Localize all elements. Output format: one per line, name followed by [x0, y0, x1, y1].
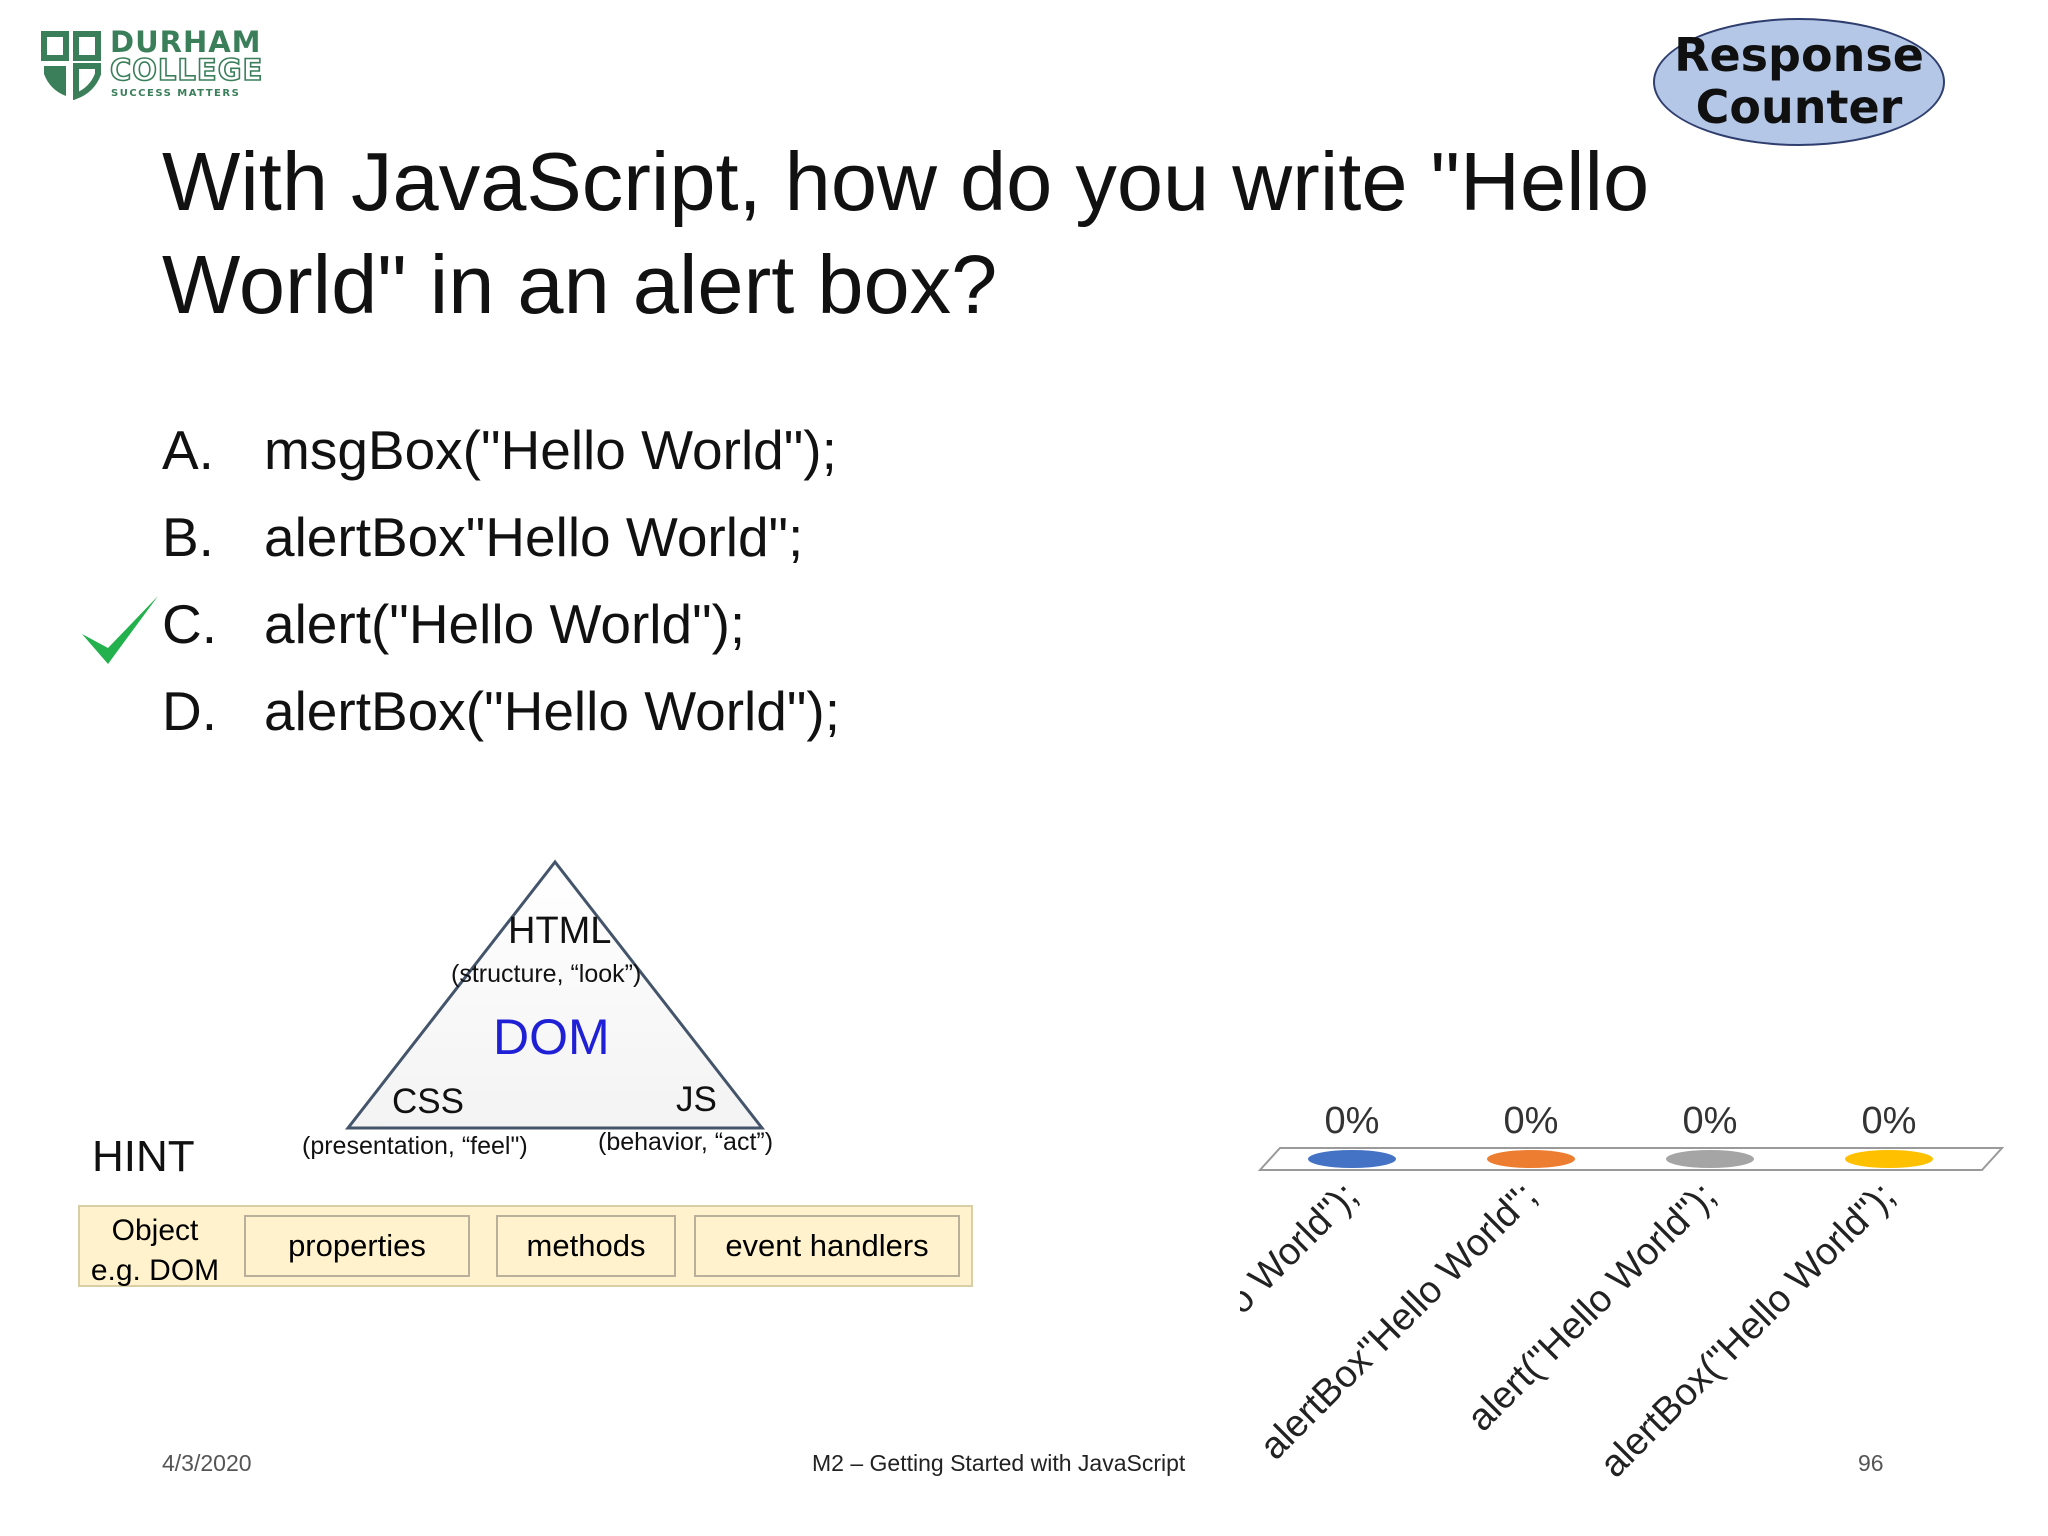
response-counter-line-1: Response [1674, 28, 1924, 83]
methods-cell: methods [496, 1215, 676, 1277]
option-text: alertBox("Hello World"); [264, 680, 840, 742]
footer-date: 4/3/2020 [162, 1450, 252, 1476]
option-letter: D. [162, 680, 217, 742]
chart-bar-cap-2 [1487, 1150, 1575, 1168]
question-title: With JavaScript, how do you write "Hello… [162, 130, 1722, 336]
chart-category-label-4: alertBox("Hello World"); [1592, 1175, 1903, 1486]
college-logo-mark-icon [41, 31, 101, 100]
answer-option-c: C. alert("Hello World"); [162, 584, 745, 664]
option-letter: B. [162, 506, 214, 568]
question-line-1: With JavaScript, how do you write "Hello [162, 135, 1650, 228]
college-logo: DURHAM COLLEGE SUCCESS MATTERS [40, 26, 263, 106]
footer-title: M2 – Getting Started with JavaScript [812, 1450, 1186, 1476]
chart-bar-cap-4 [1845, 1150, 1933, 1168]
html-label: HTML [508, 910, 612, 952]
css-label: CSS [392, 1082, 464, 1121]
option-letter: C. [162, 593, 217, 655]
js-label: JS [676, 1080, 717, 1119]
html-sublabel: (structure, “look”) [451, 960, 642, 988]
chart-data-label-3: 0% [1683, 1100, 1738, 1142]
event-handlers-cell: event handlers [694, 1215, 960, 1277]
answer-option-a: A. msgBox("Hello World"); [162, 410, 837, 490]
option-letter: A. [162, 419, 214, 481]
js-sublabel: (behavior, “act”) [598, 1128, 774, 1156]
logo-tagline: SUCCESS MATTERS [111, 88, 241, 99]
chart-data-label-2: 0% [1504, 1100, 1559, 1142]
hint-label: HINT [92, 1132, 195, 1181]
web-layers-triangle-diagram: HTML (structure, “look”) DOM CSS JS [340, 858, 770, 1136]
question-line-2: World" in an alert box? [162, 238, 998, 331]
chart-bar-cap-3 [1666, 1150, 1754, 1168]
answer-option-d: D. alertBox("Hello World"); [162, 671, 840, 751]
dom-label: DOM [493, 1009, 610, 1065]
logo-line-2: COLLEGE [109, 53, 264, 87]
response-bar-chart: 0%msgBox("Hello World");0%alertBox"Hello… [1240, 1100, 2005, 1486]
chart-data-label-4: 0% [1862, 1100, 1917, 1142]
properties-cell: properties [244, 1215, 470, 1277]
chart-bar-cap-1 [1308, 1150, 1396, 1168]
option-text: alert("Hello World"); [264, 593, 746, 655]
option-text: msgBox("Hello World"); [264, 419, 837, 481]
object-label: Object e.g. DOM [80, 1211, 230, 1291]
answer-option-b: B. alertBox"Hello World"; [162, 497, 803, 577]
response-counter-button[interactable]: Response Counter [1653, 18, 1945, 146]
correct-checkmark-icon [82, 596, 158, 664]
css-sublabel: (presentation, “feel") [302, 1132, 528, 1160]
footer-page-number: 96 [1858, 1450, 1884, 1476]
object-line-1: Object [111, 1214, 199, 1247]
object-line-2: e.g. DOM [90, 1254, 220, 1287]
option-text: alertBox"Hello World"; [264, 506, 804, 568]
response-counter-line-2: Counter [1695, 80, 1903, 134]
hint-box: Object e.g. DOM properties methods event… [78, 1205, 973, 1287]
chart-data-label-1: 0% [1325, 1100, 1380, 1142]
